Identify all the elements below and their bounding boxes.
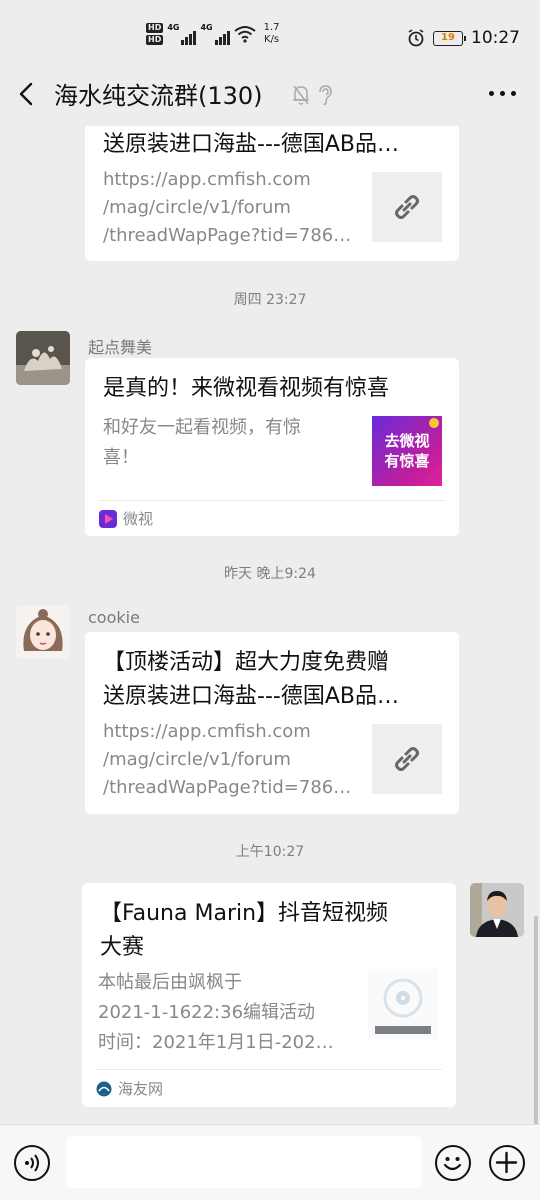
voice-button[interactable] — [14, 1145, 50, 1181]
card-description: 本帖最后由飒枫于 — [98, 972, 242, 993]
my-avatar[interactable] — [470, 883, 524, 937]
message-input[interactable] — [66, 1136, 422, 1188]
disc-icon — [375, 978, 431, 1034]
mute-bell-icon — [293, 85, 309, 105]
weishi-thumbnail: 去微视 有惊喜 — [372, 416, 442, 486]
card-title: 【顶楼活动】超大力度免费赠 — [103, 650, 390, 675]
status-bar: HD HD 4G 4G 1.7 K/s 19 10:27 — [0, 0, 540, 60]
card-title: 【Fauna Marin】抖音短视频 — [100, 901, 389, 926]
card-url: /mag/circle/v1/forum — [103, 197, 291, 218]
card-source: 海友网 — [96, 1069, 442, 1107]
card-url: /mag/circle/v1/forum — [103, 749, 291, 770]
card-description: 2021-1-1622:36编辑活动 — [98, 1002, 316, 1023]
card-description: 时间：2021年1月1日-202… — [98, 1032, 334, 1053]
card-description: 喜！ — [103, 447, 139, 468]
link-icon — [395, 195, 419, 219]
avatar[interactable] — [16, 331, 70, 385]
card-url: /threadWapPage?tid=786… — [103, 777, 352, 798]
scrollbar[interactable] — [534, 916, 538, 1124]
hd-badges: HD HD — [146, 23, 164, 45]
timestamp: 昨天 晚上9:24 — [224, 566, 316, 582]
avatar-image — [16, 605, 70, 659]
alarm-icon — [408, 29, 424, 47]
card-title: 送原装进口海盐---德国AB品… — [103, 684, 399, 709]
link-thumbnail — [372, 172, 442, 242]
status-right: 19 10:27 — [407, 28, 520, 48]
network-speed: 1.7 K/s — [263, 22, 280, 45]
ear-icon — [319, 85, 332, 106]
emoji-button[interactable] — [435, 1145, 471, 1181]
timestamp: 周四 23:27 — [233, 292, 307, 308]
chat-header: 海水纯交流群(130) — [0, 62, 540, 126]
card-description: 和好友一起看视频，有惊 — [103, 417, 301, 438]
voice-icon — [25, 1154, 39, 1172]
avatar-image — [16, 331, 70, 385]
avatar[interactable] — [16, 605, 70, 659]
wifi-icon — [234, 26, 256, 43]
card-title: 送原装进口海盐---德国AB品… — [103, 132, 399, 157]
chat-area[interactable]: 送原装进口海盐---德国AB品… https://app.cmfish.com … — [0, 126, 540, 1124]
link-thumbnail — [372, 724, 442, 794]
timestamp: 上午10:27 — [235, 844, 305, 860]
signal-icon-2: 4G — [200, 23, 230, 45]
plus-icon — [495, 1151, 518, 1174]
card-url: https://app.cmfish.com — [103, 721, 311, 742]
video-card-message[interactable]: 是真的！来微视看视频有惊喜 和好友一起看视频，有惊 喜！ 去微视 有惊喜 微视 — [85, 358, 459, 536]
input-bar — [0, 1124, 540, 1200]
card-url: https://app.cmfish.com — [103, 169, 311, 190]
title-icons — [291, 84, 333, 106]
link-card-message[interactable]: 【顶楼活动】超大力度免费赠 送原装进口海盐---德国AB品… https://a… — [85, 632, 459, 814]
sender-name: 起点舞美 — [88, 338, 153, 357]
clock: 10:27 — [471, 28, 520, 48]
more-options-button[interactable] — [489, 91, 516, 96]
more-functions-button[interactable] — [489, 1145, 525, 1181]
sender-name: cookie — [88, 608, 140, 627]
chat-title: 海水纯交流群(130) — [54, 82, 263, 110]
card-title: 是真的！来微视看视频有惊喜 — [103, 376, 390, 401]
signal-icon-1: 4G — [167, 23, 197, 45]
link-card-message[interactable]: 【Fauna Marin】抖音短视频 大赛 本帖最后由飒枫于 2021-1-16… — [82, 883, 456, 1107]
battery-icon: 19 — [433, 30, 466, 46]
back-button[interactable] — [14, 80, 42, 108]
link-icon — [395, 747, 419, 771]
network-indicators: HD HD 4G 4G 1.7 K/s — [146, 22, 280, 46]
link-card-message[interactable]: 送原装进口海盐---德国AB品… https://app.cmfish.com … — [85, 126, 459, 261]
article-thumbnail — [368, 969, 438, 1039]
card-title: 大赛 — [100, 935, 145, 960]
haiyou-logo-icon — [96, 1081, 112, 1096]
weishi-logo-icon — [99, 509, 117, 528]
avatar-image — [470, 883, 524, 937]
card-source: 微视 — [99, 500, 445, 536]
emoji-icon — [443, 1157, 462, 1171]
card-url: /threadWapPage?tid=786… — [103, 225, 352, 246]
